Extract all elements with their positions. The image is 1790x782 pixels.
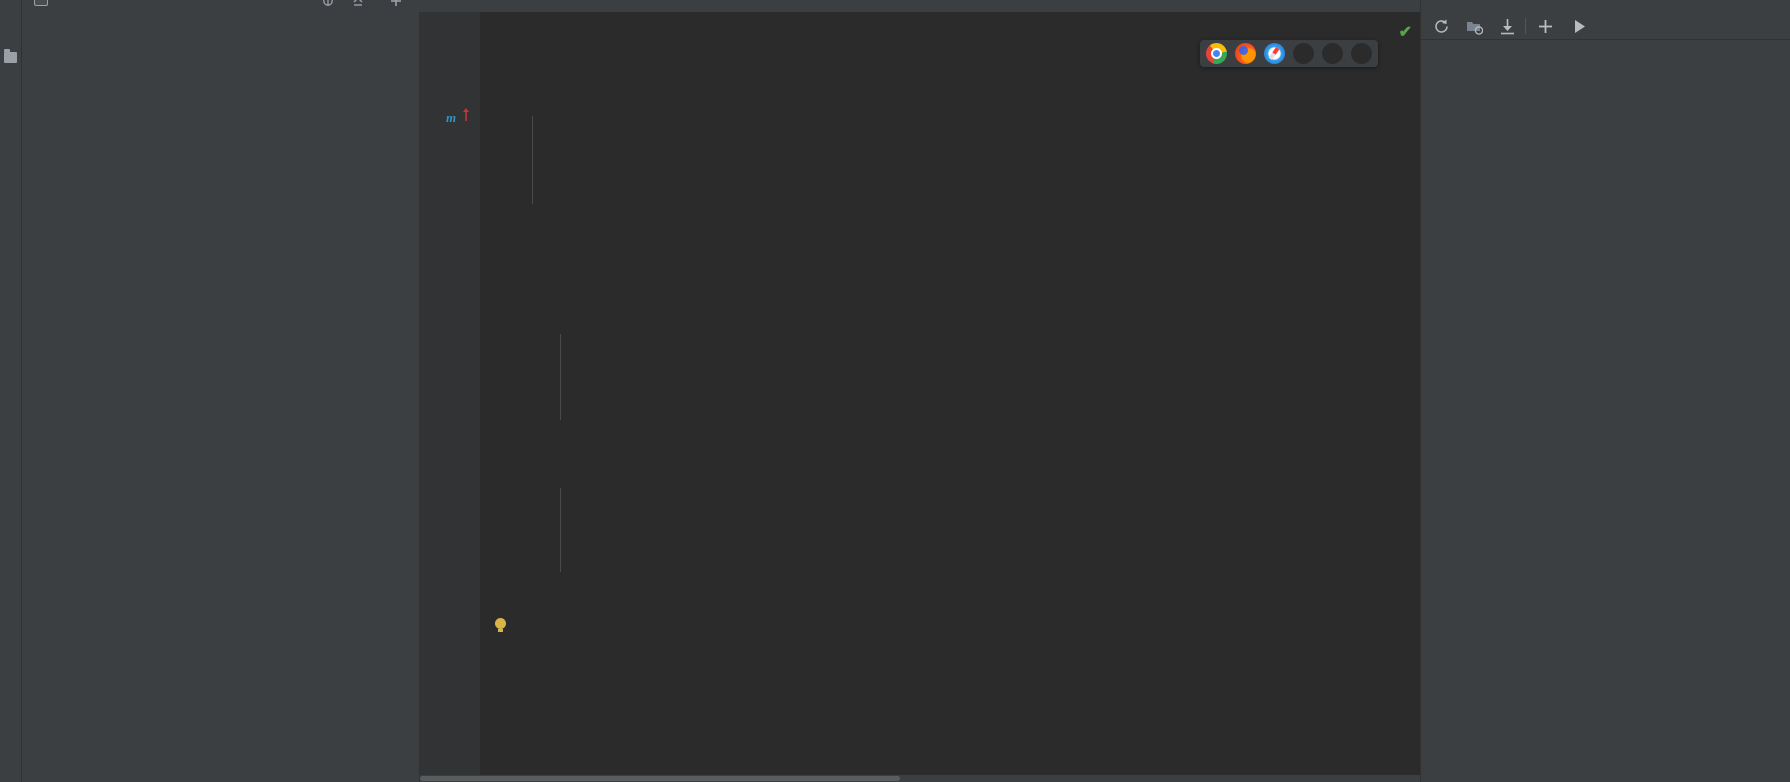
structure-icon[interactable]	[4, 49, 17, 63]
editor-tab-bar[interactable]	[420, 0, 1420, 12]
editor-horizontal-scrollbar[interactable]	[420, 775, 1420, 782]
firefox-icon[interactable]	[1235, 43, 1256, 64]
code-editor[interactable]: m ✔	[420, 12, 1420, 782]
edge-icon[interactable]	[1351, 43, 1372, 64]
project-tree-panel[interactable]	[22, 12, 420, 782]
intention-bulb-icon[interactable]	[495, 618, 506, 632]
left-tool-strip	[0, 0, 22, 782]
maven-toolbar[interactable]	[1421, 12, 1790, 40]
collapse-all-icon[interactable]	[352, 0, 364, 7]
ie-icon[interactable]	[1322, 43, 1343, 64]
toolbar-divider	[1525, 18, 1526, 34]
add-icon[interactable]	[1537, 18, 1554, 35]
scrollbar-thumb[interactable]	[420, 776, 900, 781]
maven-gutter-marker-icon[interactable]: m	[446, 110, 456, 126]
browser-launch-bar[interactable]	[1200, 40, 1378, 67]
project-panel-header	[22, 0, 420, 12]
ide-window: m ✔	[0, 0, 1790, 782]
opera-icon[interactable]	[1293, 43, 1314, 64]
editor-gutter[interactable]	[420, 12, 480, 782]
project-view-icon	[34, 0, 48, 6]
inspection-status-icon[interactable]: ✔	[1399, 22, 1412, 42]
reload-icon[interactable]	[1433, 18, 1450, 35]
safari-icon[interactable]	[1264, 43, 1285, 64]
gutter-up-arrow-icon	[463, 108, 469, 121]
run-icon[interactable]	[1571, 18, 1588, 35]
locate-icon[interactable]	[322, 0, 334, 7]
download-sources-icon[interactable]	[1499, 18, 1516, 35]
maven-tree[interactable]	[1421, 41, 1790, 782]
chrome-icon[interactable]	[1206, 43, 1227, 64]
add-maven-projects-icon[interactable]	[1466, 18, 1483, 35]
hide-icon[interactable]	[390, 0, 402, 7]
maven-tool-window[interactable]	[1420, 0, 1790, 782]
